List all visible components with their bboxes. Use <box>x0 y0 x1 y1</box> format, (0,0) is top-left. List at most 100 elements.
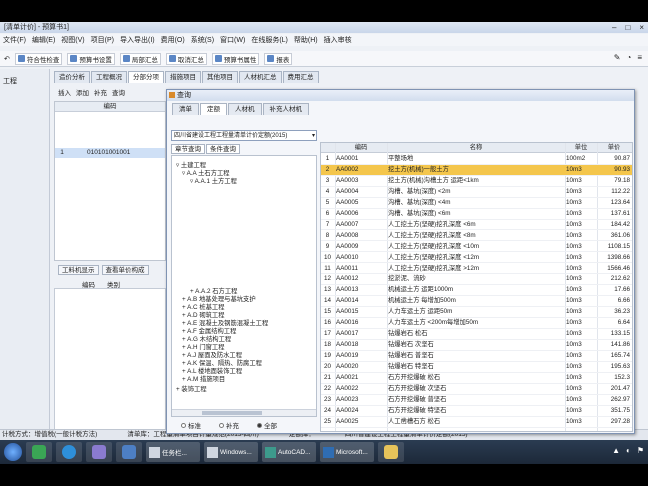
table-row[interactable]: 2 AA0002 挖土方(机械)一般土方 10m3 90.93 <box>321 164 632 176</box>
menu-view[interactable]: 视图(V) <box>61 35 84 45</box>
tree-node[interactable]: + 装饰工程 <box>176 386 207 394</box>
tree-node[interactable]: ▿ A.A 土石方工程 <box>182 170 230 178</box>
close-button[interactable]: × <box>639 22 644 33</box>
maximize-button[interactable]: □ <box>625 22 630 33</box>
tree-scrollbar[interactable] <box>172 409 316 416</box>
table-row[interactable]: 16 AA0016 人力车运土方 <200m每增加50m 10m3 6.64 <box>321 318 632 330</box>
app-shortcut[interactable] <box>116 442 142 462</box>
table-row[interactable]: 23 AA0023 石方开挖爆破 普坚石 10m3 262.97 <box>321 395 632 406</box>
tab-unit-price-composition[interactable]: 查看单价构成 <box>101 265 149 275</box>
app-shortcut[interactable] <box>378 442 404 462</box>
table-row[interactable]: 9 AA0009 人工挖土方(坚硬)挖孔深度 <10m 10m3 1108.15 <box>321 242 632 253</box>
tab-labor-material-display[interactable]: 工料机显示 <box>58 265 99 275</box>
tree-node[interactable]: + A.C 桩基工程 <box>182 304 225 312</box>
tree-node[interactable]: + A.M 措施项目 <box>182 376 225 384</box>
table-row[interactable]: 20 AA0020 钻爆岩石 特坚石 10m3 195.63 <box>321 362 632 373</box>
menu-project[interactable]: 项目(P) <box>91 35 114 45</box>
partial-summary-button[interactable]: 局部汇总 <box>119 52 161 65</box>
add-button[interactable]: 添加 <box>76 87 89 97</box>
tree-node[interactable]: + A.F 金属结构工程 <box>182 328 236 336</box>
menu-fee[interactable]: 费用(O) <box>161 35 185 45</box>
tab-measures[interactable]: 措施项目 <box>165 71 201 83</box>
undo-icon[interactable]: ↶ <box>4 55 10 63</box>
app-shortcut[interactable] <box>56 442 82 462</box>
table-row[interactable]: 6 AA0006 沟槽、基坑(深度) <6m 10m3 137.61 <box>321 209 632 220</box>
menu-online-service[interactable]: 在线服务(L) <box>251 35 288 45</box>
tree-node[interactable]: + A.B 地基处理与基坑支护 <box>182 296 256 304</box>
insert-button[interactable]: 插入 <box>58 87 71 97</box>
scrollbar-thumb[interactable] <box>202 411 262 415</box>
taskbar-task[interactable]: 任务栏... <box>146 442 200 462</box>
tray-flag-icon[interactable]: ⚑ <box>637 446 644 455</box>
table-row[interactable]: 25 AA0025 人工凿槽石方 松石 10m3 297.28 <box>321 417 632 428</box>
tree-node[interactable]: + A.L 楼地面装饰工程 <box>182 368 242 376</box>
tray-status-icon[interactable]: ◐ <box>626 446 631 455</box>
table-row[interactable]: 19 AA0019 钻爆岩石 普坚石 10m3 165.74 <box>321 351 632 362</box>
tab-bill[interactable]: 清单 <box>172 103 199 115</box>
tab-labor-material-summary[interactable]: 人材机汇总 <box>239 71 282 83</box>
tree-node[interactable]: ▿ 土建工程 <box>176 162 206 170</box>
taskbar-task[interactable]: Microsoft... <box>320 442 374 462</box>
tab-condition-query[interactable]: 条件查询 <box>206 144 240 154</box>
table-row[interactable]: 1 010101001001 <box>55 148 165 158</box>
view-icon[interactable]: ◔ <box>626 53 631 62</box>
tab-quota[interactable]: 定额 <box>200 103 227 115</box>
table-row[interactable]: 11 AA0011 人工挖土方(坚硬)挖孔深度 >12m 10m3 1566.46 <box>321 264 632 275</box>
table-row[interactable]: 21 AA0021 石方开挖爆破 松石 10m3 152.3 <box>321 373 632 384</box>
tree-node[interactable]: + A.G 木结构工程 <box>182 336 231 344</box>
radio-supplement[interactable]: 补充 <box>219 420 239 430</box>
tree-node[interactable]: + A.D 砌筑工程 <box>182 312 225 320</box>
table-row[interactable]: 22 AA0022 石方开挖爆破 次坚石 10m3 201.47 <box>321 384 632 395</box>
tab-supplement-labor-material[interactable]: 补充人材机 <box>262 103 309 115</box>
table-row[interactable]: 13 AA0013 机械运土方 运距1000m 10m3 17.66 <box>321 285 632 297</box>
table-row[interactable]: 3 AA0003 挖土方(机械)沟槽土方 运距<1km 10m3 79.18 <box>321 176 632 187</box>
menu-window[interactable]: 窗口(W) <box>220 35 245 45</box>
tab-chapter-query[interactable]: 章节查询 <box>171 144 205 154</box>
tree-node[interactable]: + A.A.2 石方工程 <box>190 288 237 296</box>
tab-sections[interactable]: 分部分项 <box>128 71 164 83</box>
tree-node[interactable]: + A.J 屋面及防水工程 <box>182 352 242 360</box>
tree-node[interactable]: + A.E 混凝土及钢筋混凝土工程 <box>182 320 268 328</box>
table-row[interactable]: 4 AA0004 沟槽、基坑(深度) <2m 10m3 112.22 <box>321 187 632 198</box>
settings-button[interactable]: 预算书设置 <box>67 52 115 65</box>
minimize-button[interactable]: – <box>612 22 616 33</box>
menu-edit[interactable]: 编辑(E) <box>32 35 55 45</box>
table-row[interactable]: 14 AA0014 机械运土方 每增加500m 10m3 6.66 <box>321 296 632 308</box>
tab-cost-analysis[interactable]: 造价分析 <box>54 71 90 83</box>
table-row[interactable]: 1 AA0001 平整场地 100m2 90.87 <box>321 154 632 165</box>
app-shortcut[interactable] <box>26 442 52 462</box>
menu-insert-review[interactable]: 插入审核 <box>324 35 352 45</box>
taskbar-task[interactable]: AutoCAD... <box>262 442 316 462</box>
tray-expand-icon[interactable]: ▲ <box>612 446 620 455</box>
tab-project-overview[interactable]: 工程概况 <box>91 71 127 83</box>
supplement-button[interactable]: 补充 <box>94 87 107 97</box>
menu-file[interactable]: 文件(F) <box>3 35 26 45</box>
menu-import-export[interactable]: 导入导出(I) <box>120 35 155 45</box>
table-row[interactable]: 8 AA0008 人工挖土方(坚硬)挖孔深度 <8m 10m3 361.06 <box>321 231 632 242</box>
table-row[interactable]: 17 AA0017 钻爆岩石 松石 10m3 133.15 <box>321 329 632 340</box>
table-row[interactable]: 7 AA0007 人工挖土方(坚硬)挖孔深度 <6m 10m3 184.42 <box>321 220 632 231</box>
list-icon[interactable]: ≡ <box>637 53 642 62</box>
tree-node[interactable]: ▿ A.A.1 土方工程 <box>190 178 237 186</box>
check-button[interactable]: 符合性检查 <box>14 52 63 65</box>
tree-node[interactable]: + A.K 保温、隔热、防腐工程 <box>182 360 262 368</box>
tab-fee-summary[interactable]: 费用汇总 <box>282 71 319 83</box>
table-row[interactable]: 24 AA0024 石方开挖爆破 特坚石 10m3 351.75 <box>321 406 632 417</box>
tree-node[interactable]: + A.H 门窗工程 <box>182 344 225 352</box>
app-shortcut[interactable] <box>86 442 112 462</box>
table-row[interactable]: 10 AA0010 人工挖土方(坚硬)挖孔深度 <12m 10m3 1398.66 <box>321 253 632 264</box>
taskbar-task[interactable]: Windows... <box>204 442 258 462</box>
edit-icon[interactable]: ✎ <box>614 53 621 62</box>
table-row[interactable]: 12 AA0012 挖淤泥、流砂 10m3 212.62 <box>321 274 632 286</box>
table-row[interactable]: 15 AA0015 人力车运土方 运距50m 10m3 36.23 <box>321 307 632 319</box>
tab-other-items[interactable]: 其他项目 <box>202 71 238 83</box>
radio-all[interactable]: 全部 <box>257 420 277 430</box>
report-button[interactable]: 报表 <box>264 52 293 65</box>
properties-button[interactable]: 预算书属性 <box>211 52 260 65</box>
menu-help[interactable]: 帮助(H) <box>294 35 318 45</box>
tab-labor-material[interactable]: 人材机 <box>228 103 262 115</box>
menu-system[interactable]: 系统(S) <box>191 35 214 45</box>
library-select[interactable]: 四川省建设工程工程量清单计价定额(2015) ▾ <box>171 130 317 141</box>
table-row[interactable]: 18 AA0018 钻爆岩石 次坚石 10m3 141.86 <box>321 340 632 351</box>
cancel-summary-button[interactable]: 取消汇总 <box>165 52 207 65</box>
